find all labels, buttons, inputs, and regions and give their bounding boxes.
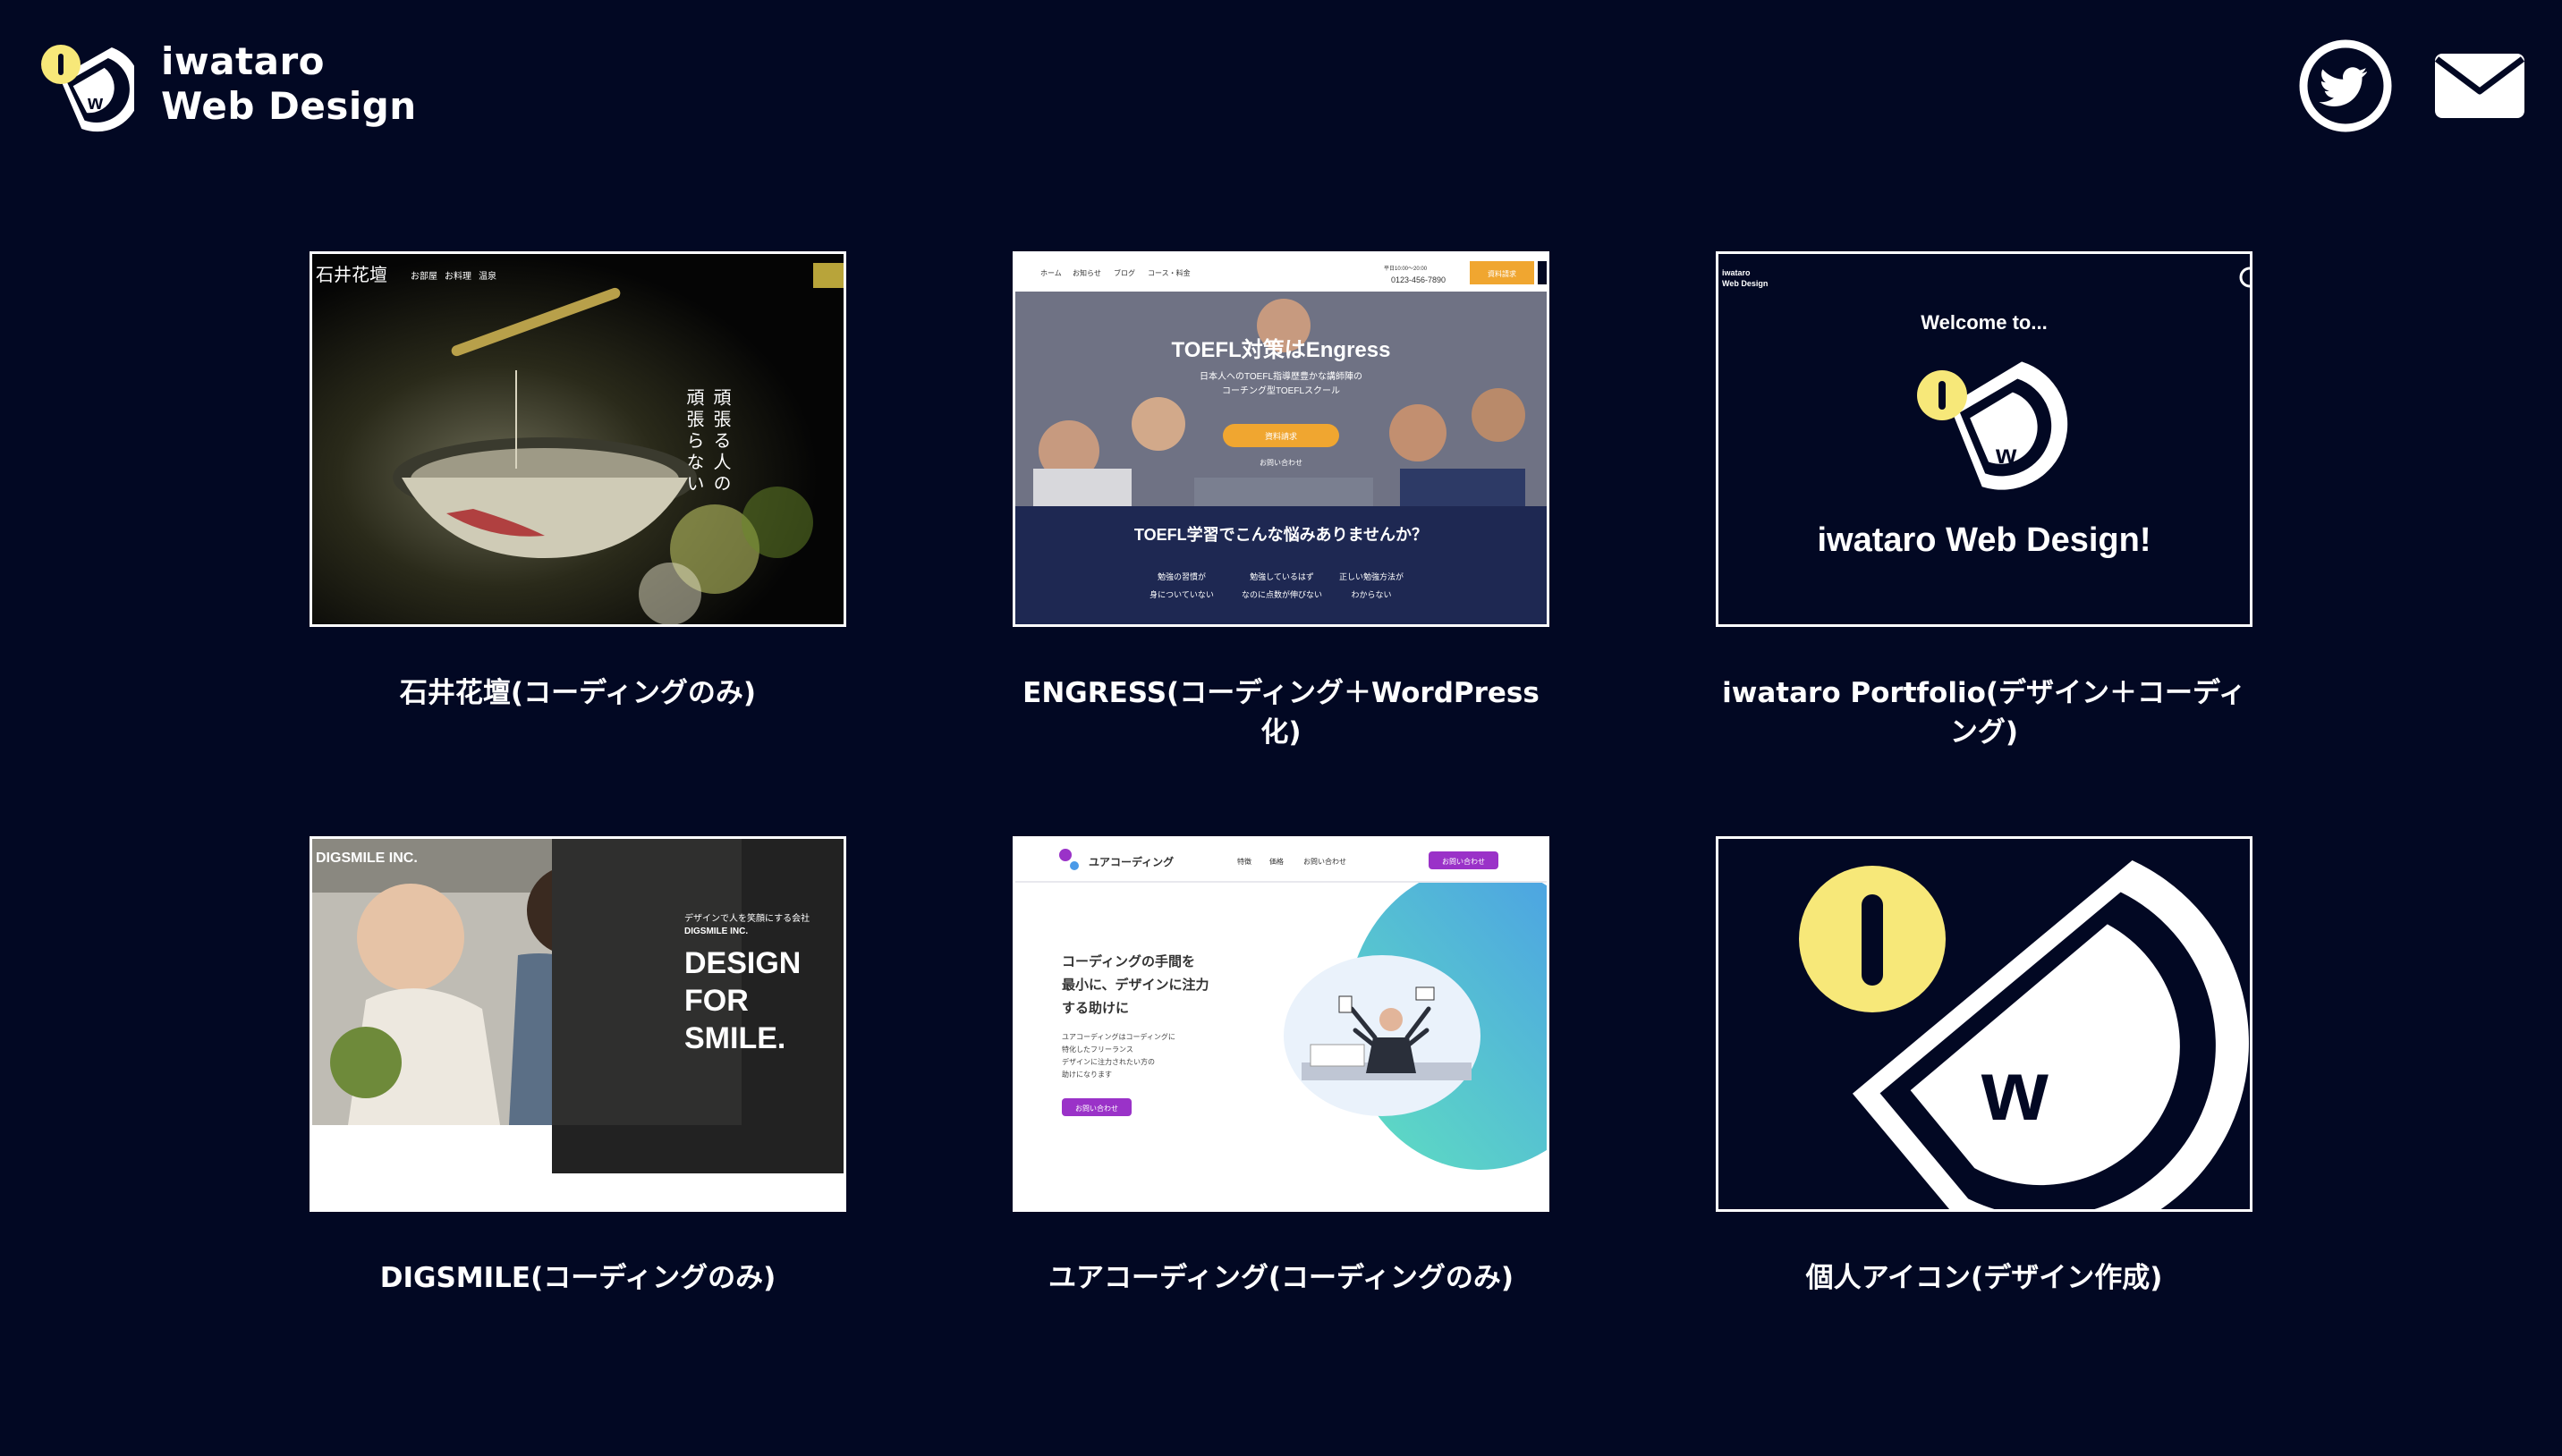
work-card-ishii-kadan[interactable]: 石井花壇 お部屋 お料理 温泉 頑張る人の 頑張らない 石井花壇(コーディングの… <box>310 251 846 713</box>
thumb-welcome: Welcome to... <box>1921 311 2047 334</box>
svg-text:w: w <box>1981 1043 2049 1139</box>
work-card-personal-icon[interactable]: w 個人アイコン(デザイン作成) <box>1716 836 2252 1298</box>
thumb-headline: iwataro Web Design! <box>1817 521 2151 559</box>
thumb-hero-button: 資料請求 <box>1265 431 1297 441</box>
brand-line-2: Web Design <box>161 84 417 128</box>
site-brand[interactable]: iwataro Web Design <box>161 39 417 129</box>
thumb-vertical-1: 頑張る人の <box>710 388 731 495</box>
thumb-nav-2: お知らせ <box>1073 268 1101 277</box>
mail-icon[interactable] <box>2433 50 2526 122</box>
iwataro-portfolio-screenshot: iwataro Web Design Welcome to... w iwata… <box>1718 254 2250 624</box>
thumb-headline-2: FOR <box>684 984 749 1018</box>
thumb-vertical-2: 頑張らない <box>683 388 704 495</box>
thumb-hours: 平日10:00〜20:00 <box>1384 266 1428 272</box>
engress-screenshot: ホーム お知らせ ブログ コース・料金 平日10:00〜20:00 0123-4… <box>1015 254 1547 624</box>
work-title[interactable]: iwataro Portfolio(デザイン＋コーディング) <box>1716 673 2252 752</box>
work-thumbnail[interactable]: ユアコーディング 特徴 価格 お問い合わせ お問い合わせ コーディングの手間を … <box>1013 836 1549 1212</box>
thumb-nav-button: お問い合わせ <box>1442 857 1485 866</box>
thumb-phone: 0123-456-7890 <box>1391 275 1446 284</box>
thumb-headline-1: コーディングの手間を <box>1062 953 1195 969</box>
work-card-iwataro-portfolio[interactable]: iwataro Web Design Welcome to... w iwata… <box>1716 251 2252 752</box>
thumb-nav-3: ブログ <box>1114 268 1135 277</box>
iwataro-logo-icon: w <box>1718 839 2250 1209</box>
work-card-your-coding[interactable]: ユアコーディング 特徴 価格 お問い合わせ お問い合わせ コーディングの手間を … <box>1013 836 1549 1298</box>
thumb-nav-2: 価格 <box>1269 857 1284 866</box>
thumb-worry-1a: 勉強の習慣が <box>1158 571 1206 581</box>
thumb-section-title: TOEFL学習でこんな悩みありませんか？ <box>1134 525 1428 544</box>
thumb-headline-3: SMILE. <box>684 1021 785 1055</box>
thumb-nav-1: 特徴 <box>1237 857 1251 866</box>
thumb-hero-sub2: コーチング型TOEFLスクール <box>1222 385 1340 396</box>
thumb-corner-brand-1: iwataro <box>1722 268 1751 277</box>
thumb-body-1: ユアコーディングはコーディングに <box>1062 1032 1175 1041</box>
thumb-worry-1b: 身についていない <box>1150 589 1214 599</box>
thumb-body-4: 助けになります <box>1062 1070 1112 1079</box>
iwataro-logo-icon[interactable]: w <box>36 38 134 136</box>
brand-line-1: iwataro <box>161 39 326 83</box>
work-title[interactable]: ユアコーディング(コーディングのみ) <box>1013 1258 1549 1298</box>
thumb-worry-3a: 正しい勉強方法が <box>1339 571 1404 581</box>
thumb-hero-title: TOEFL対策はEngress <box>1172 337 1391 362</box>
thumb-headline-1: DESIGN <box>684 946 801 980</box>
twitter-icon[interactable] <box>2299 39 2392 132</box>
thumb-headline-3: する助けに <box>1062 1000 1129 1016</box>
svg-text:w: w <box>87 91 104 114</box>
thumb-logo: 石井花壇 <box>316 265 387 285</box>
thumb-hero-sub1: 日本人へのTOEFL指導歴豊かな講師陣の <box>1200 370 1362 382</box>
thumb-nav-3: お問い合わせ <box>1303 857 1346 866</box>
thumb-tagline-2: DIGSMILE INC. <box>684 927 748 936</box>
thumb-logo: ユアコーディング <box>1089 855 1174 868</box>
work-card-digsmile[interactable]: DIGSMILE INC. デザインで人を笑顔にする会社 DIGSMILE IN… <box>310 836 846 1298</box>
thumb-body-2: 特化したフリーランス <box>1062 1045 1133 1054</box>
thumb-button: お問い合わせ <box>1075 1104 1118 1113</box>
your-coding-screenshot: ユアコーディング 特徴 価格 お問い合わせ お問い合わせ コーディングの手間を … <box>1015 839 1547 1209</box>
thumb-nav-2: お料理 <box>445 270 471 282</box>
work-thumbnail[interactable]: ホーム お知らせ ブログ コース・料金 平日10:00〜20:00 0123-4… <box>1013 251 1549 627</box>
work-thumbnail[interactable]: iwataro Web Design Welcome to... w iwata… <box>1716 251 2252 627</box>
work-title[interactable]: 石井花壇(コーディングのみ) <box>310 673 846 713</box>
thumb-tagline-1: デザインで人を笑顔にする会社 <box>684 912 810 924</box>
thumb-nav-1: ホーム <box>1040 269 1062 277</box>
work-thumbnail[interactable]: 石井花壇 お部屋 お料理 温泉 頑張る人の 頑張らない <box>310 251 846 627</box>
work-thumbnail[interactable]: w <box>1716 836 2252 1212</box>
thumb-logo: DIGSMILE INC. <box>316 851 418 866</box>
site-header: w iwataro Web Design <box>0 0 2562 179</box>
thumb-body-3: デザインに注力されたい方の <box>1062 1057 1155 1066</box>
digsmile-screenshot: DIGSMILE INC. デザインで人を笑顔にする会社 DIGSMILE IN… <box>312 839 844 1209</box>
thumb-hero-link: お問い合わせ <box>1260 458 1302 467</box>
thumb-corner-brand-2: Web Design <box>1722 279 1768 288</box>
thumb-worry-3b: わからない <box>1351 590 1391 599</box>
thumb-nav-1: お部屋 <box>411 270 437 282</box>
thumb-nav-4: コース・料金 <box>1148 268 1191 277</box>
work-card-engress[interactable]: ホーム お知らせ ブログ コース・料金 平日10:00〜20:00 0123-4… <box>1013 251 1549 752</box>
work-title[interactable]: DIGSMILE(コーディングのみ) <box>310 1258 846 1298</box>
thumb-nav-3: 温泉 <box>479 270 496 282</box>
thumb-worry-2b: なのに点数が伸びない <box>1242 589 1322 599</box>
work-title[interactable]: ENGRESS(コーディング＋WordPress化) <box>1013 673 1549 752</box>
thumb-cta: 資料請求 <box>1488 269 1516 278</box>
thumb-worry-2a: 勉強しているはず <box>1250 571 1314 581</box>
work-thumbnail[interactable]: DIGSMILE INC. デザインで人を笑顔にする会社 DIGSMILE IN… <box>310 836 846 1212</box>
thumb-headline-2: 最小に、デザインに注力 <box>1062 977 1209 993</box>
svg-text:w: w <box>1995 440 2017 470</box>
ishii-kadan-screenshot: 石井花壇 お部屋 お料理 温泉 頑張る人の 頑張らない <box>312 254 844 624</box>
work-title[interactable]: 個人アイコン(デザイン作成) <box>1716 1258 2252 1298</box>
